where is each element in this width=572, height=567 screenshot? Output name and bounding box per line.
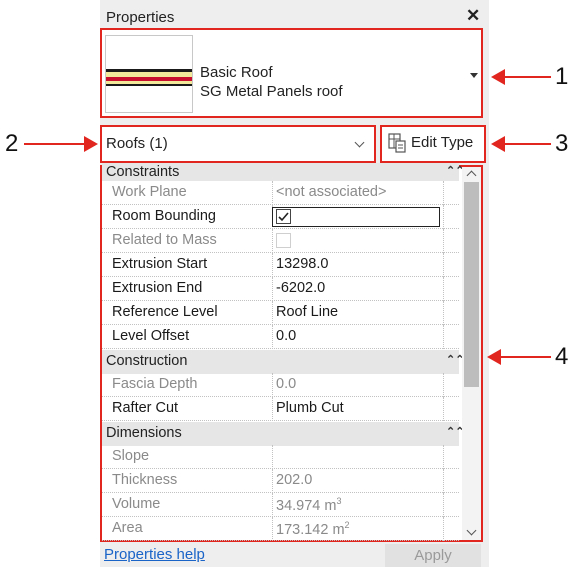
- prop-name: Volume: [112, 496, 161, 512]
- callout-3: 3: [555, 130, 569, 157]
- active-cell[interactable]: [272, 207, 440, 227]
- group-label: Constraints: [106, 164, 180, 180]
- row-level-offset[interactable]: Level Offset 0.0: [102, 325, 459, 349]
- room-bounding-checkbox[interactable]: [276, 209, 291, 224]
- row-room-bounding[interactable]: Room Bounding: [102, 205, 459, 229]
- group-construction[interactable]: Construction ⌃⌃: [102, 350, 464, 374]
- prop-value[interactable]: 13298.0: [276, 256, 328, 272]
- prop-value[interactable]: Roof Line: [276, 304, 338, 320]
- scroll-up-icon[interactable]: [466, 170, 477, 181]
- row-related-to-mass[interactable]: Related to Mass: [102, 229, 459, 253]
- unit-exponent: 3: [336, 496, 342, 506]
- prop-name: Fascia Depth: [112, 376, 198, 392]
- prop-name: Related to Mass: [112, 232, 217, 248]
- prop-name: Level Offset: [112, 328, 190, 344]
- prop-value: 202.0: [276, 472, 313, 488]
- prop-value: 34.974 m3: [276, 496, 341, 514]
- group-constraints[interactable]: Constraints ⌃⌃: [102, 163, 464, 181]
- group-label: Dimensions: [106, 425, 182, 441]
- category-label: Roofs (1): [106, 135, 168, 152]
- prop-name: Work Plane: [112, 184, 187, 200]
- type-name: Basic Roof SG Metal Panels roof: [200, 63, 343, 101]
- row-slope[interactable]: Slope: [102, 445, 459, 469]
- callout-arrow-2: [84, 136, 98, 152]
- scrollbar-thumb[interactable]: [464, 182, 479, 387]
- callout-4: 4: [555, 343, 569, 370]
- prop-name: Rafter Cut: [112, 400, 179, 416]
- row-volume[interactable]: Volume 34.974 m3: [102, 493, 459, 517]
- prop-value: 173.142 m2: [276, 520, 350, 538]
- row-fascia-depth[interactable]: Fascia Depth 0.0: [102, 373, 459, 397]
- prop-name: Room Bounding: [112, 208, 216, 224]
- apply-button[interactable]: Apply: [385, 544, 481, 567]
- related-to-mass-checkbox: [276, 233, 291, 248]
- prop-value[interactable]: 0.0: [276, 328, 296, 344]
- callout-2: 2: [5, 130, 19, 157]
- prop-name: Area: [112, 520, 143, 536]
- type-family: Basic Roof: [200, 64, 273, 81]
- type-variant: SG Metal Panels roof: [200, 83, 343, 100]
- unit-exponent: 2: [344, 520, 350, 530]
- prop-name: Reference Level: [112, 304, 218, 320]
- prop-value[interactable]: Plumb Cut: [276, 400, 344, 416]
- panel-title: Properties: [106, 9, 175, 26]
- group-label: Construction: [106, 353, 188, 369]
- row-extrusion-start[interactable]: Extrusion Start 13298.0: [102, 253, 459, 277]
- roof-type-thumbnail: [105, 35, 193, 113]
- area-value: 173.142 m: [276, 521, 345, 538]
- row-reference-level[interactable]: Reference Level Roof Line: [102, 301, 459, 325]
- close-icon[interactable]: ✕: [466, 6, 480, 26]
- row-rafter-cut[interactable]: Rafter Cut Plumb Cut: [102, 397, 459, 421]
- vertical-scrollbar[interactable]: [462, 167, 481, 540]
- volume-value: 34.974 m: [276, 497, 337, 514]
- row-extrusion-end[interactable]: Extrusion End -6202.0: [102, 277, 459, 301]
- prop-name: Slope: [112, 448, 150, 464]
- row-work-plane[interactable]: Work Plane <not associated>: [102, 181, 459, 205]
- prop-name: Extrusion Start: [112, 256, 208, 272]
- edit-type-label: Edit Type: [411, 134, 474, 151]
- prop-name: Extrusion End: [112, 280, 203, 296]
- callout-1: 1: [555, 63, 569, 90]
- row-area[interactable]: Area 173.142 m2: [102, 517, 459, 541]
- properties-help-link[interactable]: Properties help: [104, 546, 205, 563]
- prop-name: Thickness: [112, 472, 178, 488]
- type-dropdown-caret-icon[interactable]: [470, 73, 478, 78]
- prop-value[interactable]: -6202.0: [276, 280, 325, 296]
- group-dimensions[interactable]: Dimensions ⌃⌃: [102, 422, 464, 446]
- scroll-down-icon[interactable]: [466, 525, 477, 536]
- checkmark-icon: [278, 212, 289, 222]
- edit-type-icon: [388, 133, 406, 153]
- prop-value: <not associated>: [276, 184, 387, 200]
- row-thickness[interactable]: Thickness 202.0: [102, 469, 459, 493]
- prop-value: 0.0: [276, 376, 297, 392]
